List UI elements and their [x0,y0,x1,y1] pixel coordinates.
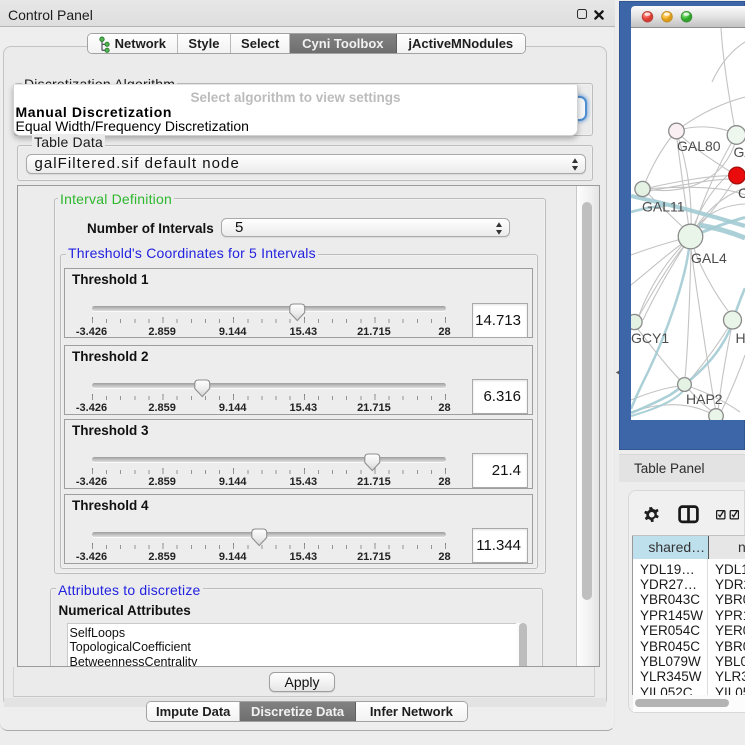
svg-text:GAL11: GAL11 [642,199,685,215]
svg-text:HAP2: HAP2 [686,391,723,407]
svg-text:GAL80: GAL80 [677,138,721,154]
svg-text:GA: GA [734,144,745,160]
svg-text:H: H [736,330,745,346]
svg-text:GCY1: GCY1 [631,330,669,346]
svg-text:C: C [738,185,745,201]
svg-text:GAL4: GAL4 [691,250,727,266]
